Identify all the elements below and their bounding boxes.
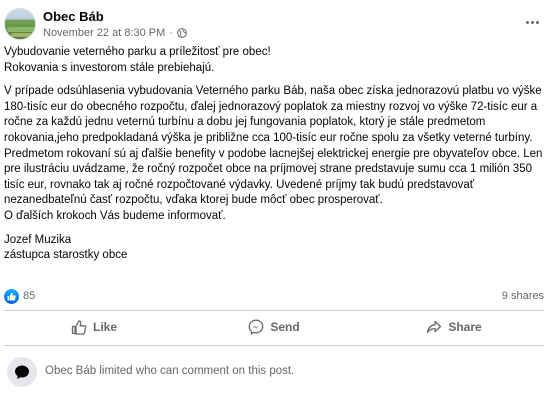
send-button[interactable]: Send [184,313,364,341]
like-label: Like [92,320,117,334]
post-actions: Like Send Share [4,313,544,341]
post-header: Obec Báb November 22 at 8:30 PM · [4,6,548,46]
thumbs-up-icon [71,320,87,335]
comment-restriction-row: Obec Báb limited who can comment on this… [4,357,544,387]
post-headline: Vybudovanie veterného parku a príležitos… [4,46,271,58]
page-name-link[interactable]: Obec Báb [43,9,104,24]
post-timestamp[interactable]: November 22 at 8:30 PM [43,27,165,39]
shares-count[interactable]: 9 shares [502,290,544,302]
like-reaction-icon[interactable] [4,289,19,304]
post-subheadline: Rokovania s investorom stále prebiehajú. [4,61,215,74]
signature-name: Jozef Muzika [4,233,72,246]
post-closing: O ďalších krokoch Vás budeme informovať. [4,209,226,222]
globe-icon [177,28,187,38]
more-options-icon[interactable] [520,12,544,32]
share-label: Share [448,320,482,334]
like-button[interactable]: Like [4,313,184,341]
reaction-count[interactable]: 85 [23,290,35,302]
meta-separator: · [169,27,173,39]
send-label: Send [270,320,300,334]
messenger-icon [248,319,264,335]
comment-restriction-note: Obec Báb limited who can comment on this… [45,365,295,377]
divider [4,345,544,346]
post-stats: 85 9 shares [4,289,544,305]
share-arrow-icon [427,320,442,334]
post-meta: November 22 at 8:30 PM · [43,27,187,39]
share-button[interactable]: Share [364,313,544,341]
page-avatar[interactable] [4,8,36,40]
divider [4,310,544,311]
post-body: Vybudovanie veterného parku a príležitos… [4,45,546,264]
signature-title: zástupca starostky obce [4,249,128,262]
post-paragraph: V prípade odsúhlasenia vybudovania Veter… [4,85,543,207]
comment-bubble-icon [7,357,37,387]
